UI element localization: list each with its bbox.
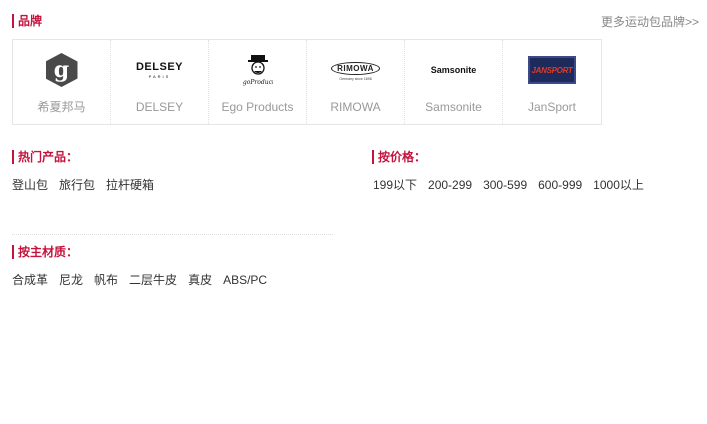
price-link-600-999[interactable]: 600-999 — [538, 178, 582, 192]
brand-grid: g 希夏邦马 DELSEY PARIS DELSEY EgoProducts — [12, 39, 602, 125]
jansport-logo: JANSPORT — [503, 52, 601, 88]
hot-link-travel-bag[interactable]: 旅行包 — [59, 178, 95, 192]
price-link-over-1000[interactable]: 1000以上 — [593, 178, 644, 192]
price-link-300-599[interactable]: 300-599 — [483, 178, 527, 192]
delsey-logo: DELSEY PARIS — [135, 60, 183, 79]
brand-name: 希夏邦马 — [37, 100, 86, 114]
hot-products-links: 登山包 旅行包 拉杆硬箱 — [12, 178, 165, 192]
hot-link-mountaineering-bag[interactable]: 登山包 — [12, 178, 48, 192]
brand-name: DELSEY — [135, 100, 184, 114]
brand-name: RIMOWA — [330, 100, 381, 114]
brand-name: Samsonite — [425, 100, 482, 114]
hot-link-hardshell-trolley[interactable]: 拉杆硬箱 — [106, 178, 154, 192]
samsonite-logo: Samsonite — [430, 65, 477, 75]
material-link-abs-pc[interactable]: ABS/PC — [223, 273, 267, 287]
material-links: 合成革 尼龙 帆布 二层牛皮 真皮 ABS/PC — [12, 273, 278, 287]
brand-name: Ego Products — [221, 100, 294, 114]
material-link-synthetic-leather[interactable]: 合成革 — [12, 273, 48, 287]
material-link-nylon[interactable]: 尼龙 — [59, 273, 83, 287]
brand-cell-samsonite[interactable]: Samsonite Samsonite — [405, 40, 503, 124]
ego-face-icon: EgoProducts — [243, 55, 273, 86]
price-link-under-199[interactable]: 199以下 — [373, 178, 417, 192]
brand-section-title: 品牌 — [12, 14, 42, 28]
price-link-200-299[interactable]: 200-299 — [428, 178, 472, 192]
price-section-title: 按价格： — [372, 150, 426, 164]
rimowa-logo: RIMOWA Germany since 1898 — [307, 52, 404, 88]
brand-cell-jansport[interactable]: JANSPORT JanSport — [503, 40, 601, 124]
xixiabangma-logo: g — [13, 52, 110, 88]
brand-cell-rimowa[interactable]: RIMOWA Germany since 1898 RIMOWA — [307, 40, 405, 124]
hot-products-title: 热门产品： — [12, 150, 78, 164]
material-section-title: 按主材质： — [12, 245, 78, 259]
material-link-split-leather[interactable]: 二层牛皮 — [129, 273, 177, 287]
brand-cell-delsey[interactable]: DELSEY PARIS DELSEY — [111, 40, 209, 124]
section-divider — [12, 234, 333, 235]
ego-products-logo: EgoProducts — [209, 52, 306, 88]
svg-text:EgoProducts: EgoProducts — [243, 79, 273, 86]
price-links: 199以下 200-299 300-599 600-999 1000以上 — [373, 178, 655, 192]
material-link-genuine-leather[interactable]: 真皮 — [188, 273, 212, 287]
brand-cell-xixiabangma[interactable]: g 希夏邦马 — [13, 40, 111, 124]
brand-cell-ego-products[interactable]: EgoProducts Ego Products — [209, 40, 307, 124]
brand-name: JanSport — [527, 100, 577, 114]
more-brands-link[interactable]: 更多运动包品牌>> — [601, 15, 699, 29]
material-link-canvas[interactable]: 帆布 — [94, 273, 118, 287]
g-hexagon-icon: g — [45, 53, 78, 87]
